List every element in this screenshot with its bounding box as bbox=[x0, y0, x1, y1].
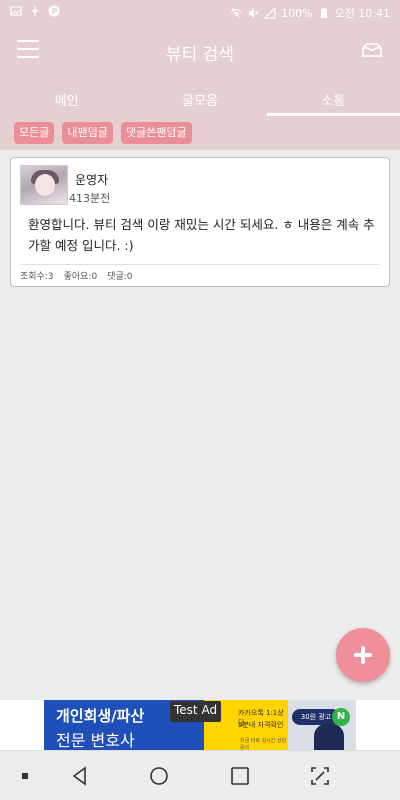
clock: 오전 10:41 bbox=[334, 7, 390, 20]
post-card[interactable]: 운영자 413분전 환영합니다. 뷰티 검색 이랑 재밌는 시간 되세요. ㅎ … bbox=[10, 157, 390, 287]
home-icon[interactable] bbox=[148, 765, 170, 787]
p-app-icon: P bbox=[48, 5, 60, 17]
filter-commented-fandom-posts[interactable]: 댓글쓴팬덤글 bbox=[120, 122, 192, 144]
battery-icon bbox=[320, 8, 327, 18]
system-nav-bar bbox=[0, 750, 400, 800]
page-title: 뷰티 검색 bbox=[166, 45, 234, 65]
inbox-icon[interactable] bbox=[360, 41, 384, 61]
like-count: 좋아요:0 bbox=[63, 272, 98, 282]
screen-capture-icon[interactable] bbox=[309, 765, 331, 787]
post-body: 환영합니다. 뷰티 검색 이랑 재밌는 시간 되세요. ㅎ 내용은 계속 추가할… bbox=[28, 217, 375, 253]
view-count: 조회수:3 bbox=[20, 272, 54, 282]
usb-icon bbox=[31, 6, 39, 16]
ad-middle-line3: 지금 바로 실시간 상담 문의 bbox=[240, 738, 287, 750]
tab-bar: 메인 글모음 소통 bbox=[0, 78, 400, 116]
filter-all-posts[interactable]: 모든글 bbox=[14, 122, 55, 144]
mute-icon bbox=[249, 8, 259, 18]
ad-person-image bbox=[314, 724, 344, 750]
tab-collection[interactable]: 글모음 bbox=[133, 78, 266, 116]
add-post-button[interactable] bbox=[336, 628, 390, 682]
tab-main[interactable]: 메인 bbox=[0, 78, 133, 116]
dot-indicator-icon bbox=[22, 773, 28, 779]
wifi-off-icon bbox=[230, 7, 242, 19]
ad-subline: 전문 변호사 bbox=[56, 731, 135, 750]
comment-count: 댓글:0 bbox=[107, 272, 133, 282]
ad-logo-icon: N bbox=[332, 708, 350, 726]
ad-headline: 개인회생/파산 bbox=[56, 707, 145, 725]
post-stats: 조회수:3 좋아요:0 댓글:0 bbox=[20, 269, 133, 282]
status-bar: P 100% 오전 10:41 bbox=[0, 0, 400, 24]
tab-community[interactable]: 소통 bbox=[266, 78, 400, 116]
post-time: 413분전 bbox=[69, 192, 111, 205]
post-author: 운영자 bbox=[75, 173, 109, 187]
ad-right-panel: 30원 광고 N bbox=[288, 700, 356, 750]
filter-my-fandom-posts[interactable]: 내팬덤글 bbox=[62, 122, 113, 144]
gallery-notification-icon bbox=[10, 6, 22, 16]
filter-chips: 모든글 내팬덤글 댓글쓴팬덤글 bbox=[0, 116, 400, 150]
battery-percent: 100% bbox=[281, 6, 313, 20]
app-bar: 뷰티 검색 bbox=[0, 24, 400, 78]
back-icon[interactable] bbox=[69, 765, 91, 787]
svg-text:P: P bbox=[52, 7, 58, 16]
ad-banner-area: 개인회생/파산 전문 변호사 카카오톡 1:1상담 5분내 자격확인 지금 바로… bbox=[0, 700, 400, 750]
test-ad-badge: Test Ad bbox=[170, 701, 222, 722]
recents-icon[interactable] bbox=[229, 765, 251, 787]
ad-middle-line2: 5분내 자격확인 bbox=[238, 721, 284, 729]
signal-icon bbox=[264, 7, 276, 19]
avatar bbox=[20, 165, 68, 205]
divider bbox=[21, 264, 379, 265]
